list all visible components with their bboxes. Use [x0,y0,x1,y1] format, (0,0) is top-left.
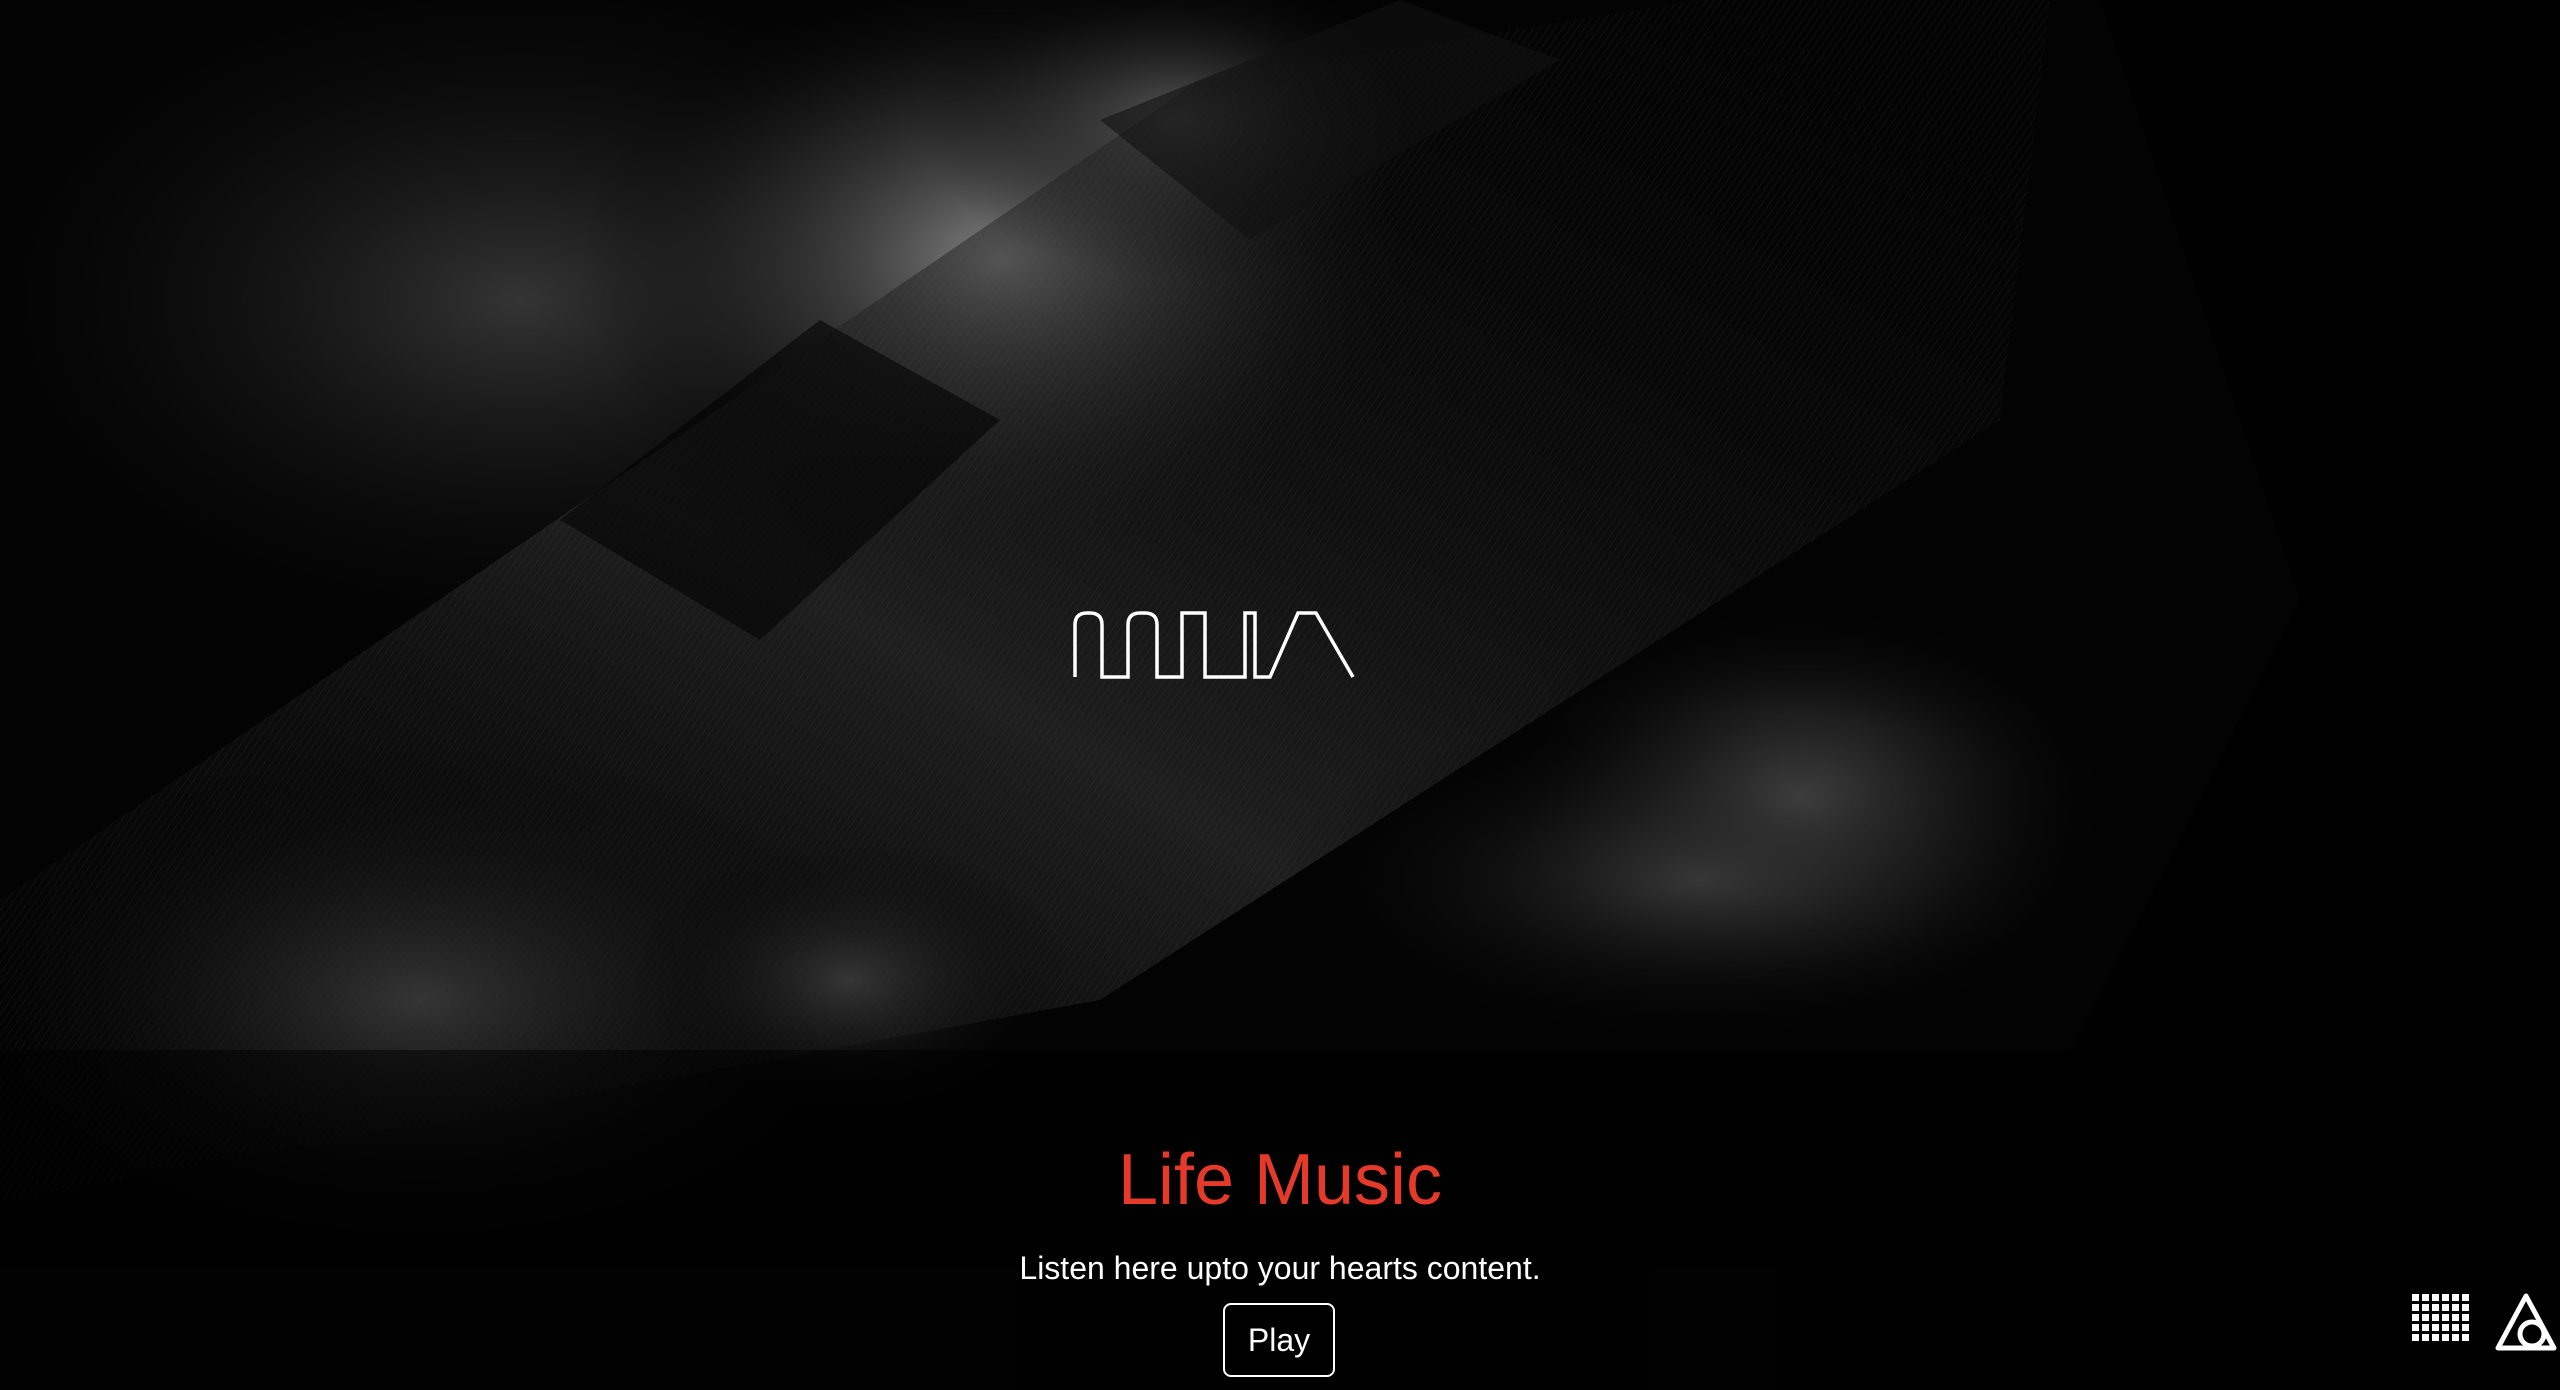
dot-grid [2412,1294,2469,1341]
page-title: Life Music [1117,1140,1443,1220]
brand-mark-icon[interactable] [2492,1290,2560,1354]
waveform-logo-icon [1073,611,1355,679]
play-button[interactable]: Play [1223,1303,1335,1377]
hero-stage: Life Music Listen here upto your hearts … [0,0,2560,1390]
page-subtitle: Listen here upto your hearts content. [1019,1250,1541,1286]
dot-grid-icon[interactable] [2412,1294,2469,1350]
waveform-logo [1070,605,1360,685]
